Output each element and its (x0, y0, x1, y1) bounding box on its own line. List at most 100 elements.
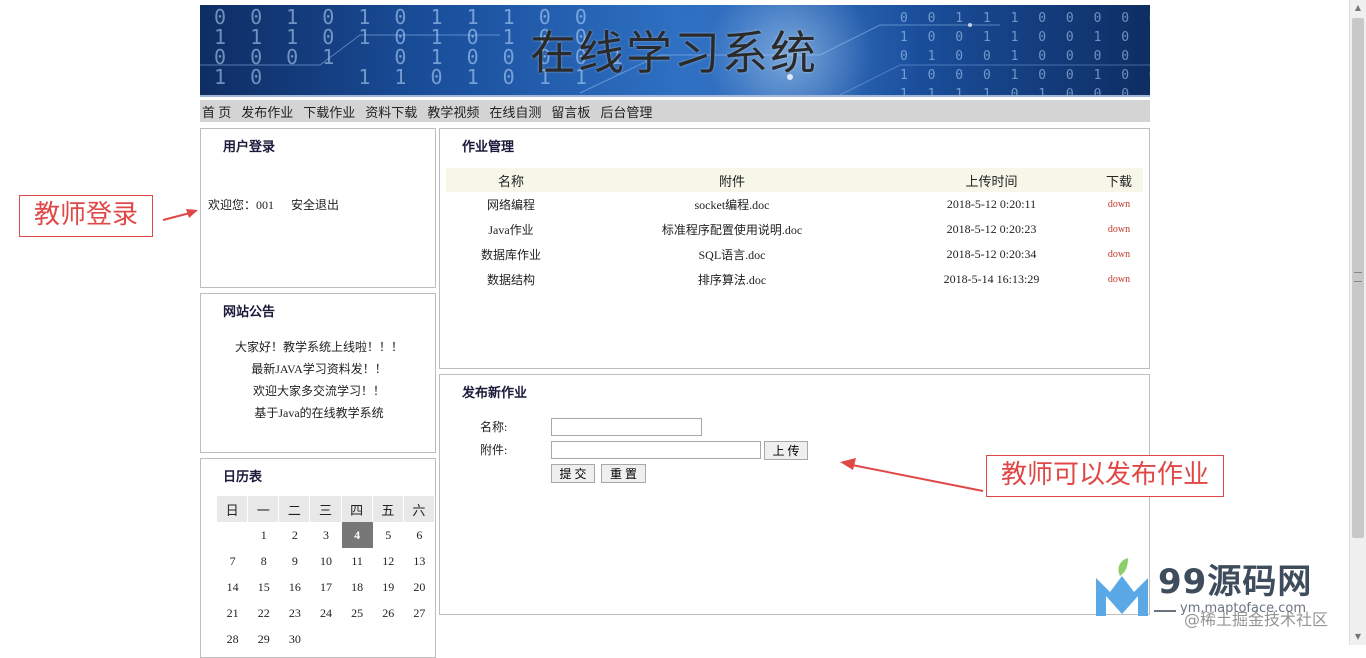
homework-file: SQL语言.doc (698, 248, 766, 262)
calendar-day[interactable] (404, 626, 435, 652)
download-link[interactable]: down (1095, 217, 1143, 242)
welcome-text: 欢迎您：001 (208, 198, 275, 212)
calendar-day[interactable] (373, 626, 404, 652)
calendar-day[interactable]: 20 (404, 574, 435, 600)
calendar-day[interactable]: 22 (248, 600, 279, 626)
calendar-day[interactable] (342, 626, 373, 652)
scroll-down-arrow-icon[interactable]: ▼ (1350, 629, 1366, 645)
homework-file: 标准程序配置使用说明.doc (661, 223, 803, 237)
calendar-day[interactable]: 27 (404, 600, 435, 626)
attachment-input[interactable] (551, 441, 761, 459)
calendar-day[interactable]: 10 (310, 548, 341, 574)
calendar-day[interactable]: 12 (373, 548, 404, 574)
calendar-day[interactable]: 25 (342, 600, 373, 626)
calendar-day[interactable]: 16 (279, 574, 310, 600)
watermark-dash (1154, 610, 1176, 612)
weekday-header: 六 (403, 496, 435, 522)
column-header-download: 下载 (1095, 168, 1143, 192)
calendar-panel-title: 日历表 (223, 469, 263, 484)
notice-panel: 网站公告 大家好！教学系统上线啦！！！ 最新JAVA学习资料发！！ 欢迎大家多交… (200, 293, 436, 453)
reset-button[interactable]: 重 置 (601, 464, 646, 483)
homework-panel: 作业管理 名称 附件 上传时间 下载 网络编程 socket编程.doc 201… (439, 128, 1150, 369)
logout-link[interactable]: 安全退出 (291, 196, 339, 213)
table-row: 数据库作业 SQL语言.doc 2018-5-12 0:20:34 down (446, 242, 1143, 267)
calendar-day[interactable]: 7 (217, 548, 248, 574)
homework-time: 2018-5-12 0:20:34 (946, 247, 1037, 261)
calendar-day[interactable]: 13 (404, 548, 435, 574)
weekday-header: 四 (341, 496, 373, 522)
nav-download-homework[interactable]: 下载作业 (303, 102, 355, 121)
calendar-day[interactable]: 15 (248, 574, 279, 600)
table-row: 数据结构 排序算法.doc 2018-5-14 16:13:29 down (446, 267, 1143, 292)
download-link[interactable]: down (1095, 267, 1143, 292)
login-panel-title: 用户登录 (223, 139, 276, 154)
annotation-arrow-publish (840, 458, 984, 492)
annotation-arrow-login (162, 209, 198, 221)
nav-publish-homework[interactable]: 发布作业 (241, 102, 293, 121)
calendar-day[interactable]: 29 (248, 626, 279, 652)
calendar-day[interactable]: 21 (217, 600, 248, 626)
site-banner: 0 0 1 0 1 0 1 1 1 0 0 1 1 1 0 1 0 1 0 1 … (200, 5, 1150, 97)
nav-admin[interactable]: 后台管理 (600, 102, 652, 121)
publish-panel-title: 发布新作业 (462, 385, 528, 400)
scroll-up-arrow-icon[interactable]: ▲ (1350, 0, 1366, 16)
calendar-day[interactable] (217, 522, 248, 548)
calendar-day[interactable]: 5 (373, 522, 404, 548)
watermark-logo-icon (1096, 558, 1148, 616)
homework-time: 2018-5-12 0:20:23 (946, 222, 1037, 236)
calendar-day[interactable]: 9 (279, 548, 310, 574)
notice-list: 大家好！教学系统上线啦！！！ 最新JAVA学习资料发！！ 欢迎大家多交流学习！！… (201, 339, 437, 427)
download-link[interactable]: down (1095, 192, 1143, 217)
calendar-day[interactable]: 14 (217, 574, 248, 600)
notice-item: 欢迎大家多交流学习！！ (252, 384, 385, 398)
nav-self-test[interactable]: 在线自测 (489, 102, 541, 121)
vertical-scrollbar[interactable]: ▲ ▼ (1349, 0, 1366, 645)
weekday-header: 二 (279, 496, 311, 522)
calendar-day-today[interactable]: 4 (341, 522, 373, 548)
calendar-day[interactable]: 3 (310, 522, 341, 548)
calendar-day[interactable]: 2 (279, 522, 310, 548)
submit-button[interactable]: 提 交 (551, 464, 595, 483)
column-header-name: 名称 (446, 168, 576, 192)
calendar-day[interactable]: 11 (342, 548, 373, 574)
notice-item: 最新JAVA学习资料发！！ (251, 362, 387, 376)
homework-name-input[interactable] (551, 418, 702, 436)
nav-materials[interactable]: 资料下载 (365, 102, 417, 121)
table-row: Java作业 标准程序配置使用说明.doc 2018-5-12 0:20:23 … (446, 217, 1143, 242)
watermark: 99源码网 ym.maptoface.com @稀土掘金技术社区 (1092, 548, 1352, 638)
annotation-teacher-login: 教师登录 (19, 195, 153, 237)
upload-button[interactable]: 上 传 (764, 441, 808, 460)
homework-panel-title: 作业管理 (462, 139, 515, 154)
calendar-day[interactable]: 6 (404, 522, 435, 548)
homework-name: 数据库作业 (480, 248, 541, 262)
table-row: 网络编程 socket编程.doc 2018-5-12 0:20:11 down (446, 192, 1143, 217)
calendar-day[interactable]: 23 (279, 600, 310, 626)
nav-home[interactable]: 首 页 (202, 102, 231, 121)
site-title: 在线学习系统 (530, 28, 818, 79)
calendar-grid: 日 一 二 三 四 五 六 1 2 3 4 5 6 7 8 9 10 11 12… (217, 496, 435, 652)
weekday-header: 三 (310, 496, 342, 522)
notice-item: 大家好！教学系统上线啦！！！ (234, 340, 403, 354)
homework-name: 网络编程 (486, 198, 535, 212)
nav-videos[interactable]: 教学视频 (427, 102, 479, 121)
weekday-header: 一 (248, 496, 280, 522)
nav-message-board[interactable]: 留言板 (551, 102, 590, 121)
calendar-day[interactable]: 1 (248, 522, 279, 548)
homework-table: 名称 附件 上传时间 下载 网络编程 socket编程.doc 2018-5-1… (446, 168, 1143, 292)
scroll-grip-icon (1354, 272, 1362, 282)
homework-time: 2018-5-14 16:13:29 (943, 272, 1040, 286)
calendar-day[interactable]: 18 (342, 574, 373, 600)
calendar-day[interactable]: 30 (279, 626, 310, 652)
watermark-community: @稀土掘金技术社区 (1184, 610, 1329, 629)
calendar-day[interactable]: 8 (248, 548, 279, 574)
file-label: 附件: (480, 443, 508, 457)
download-link[interactable]: down (1095, 242, 1143, 267)
calendar-day[interactable]: 19 (373, 574, 404, 600)
calendar-day[interactable]: 17 (310, 574, 341, 600)
calendar-day[interactable]: 28 (217, 626, 248, 652)
weekday-header: 日 (217, 496, 249, 522)
homework-time: 2018-5-12 0:20:11 (946, 197, 1037, 211)
calendar-day[interactable]: 26 (373, 600, 404, 626)
calendar-day[interactable] (310, 626, 341, 652)
calendar-day[interactable]: 24 (310, 600, 341, 626)
